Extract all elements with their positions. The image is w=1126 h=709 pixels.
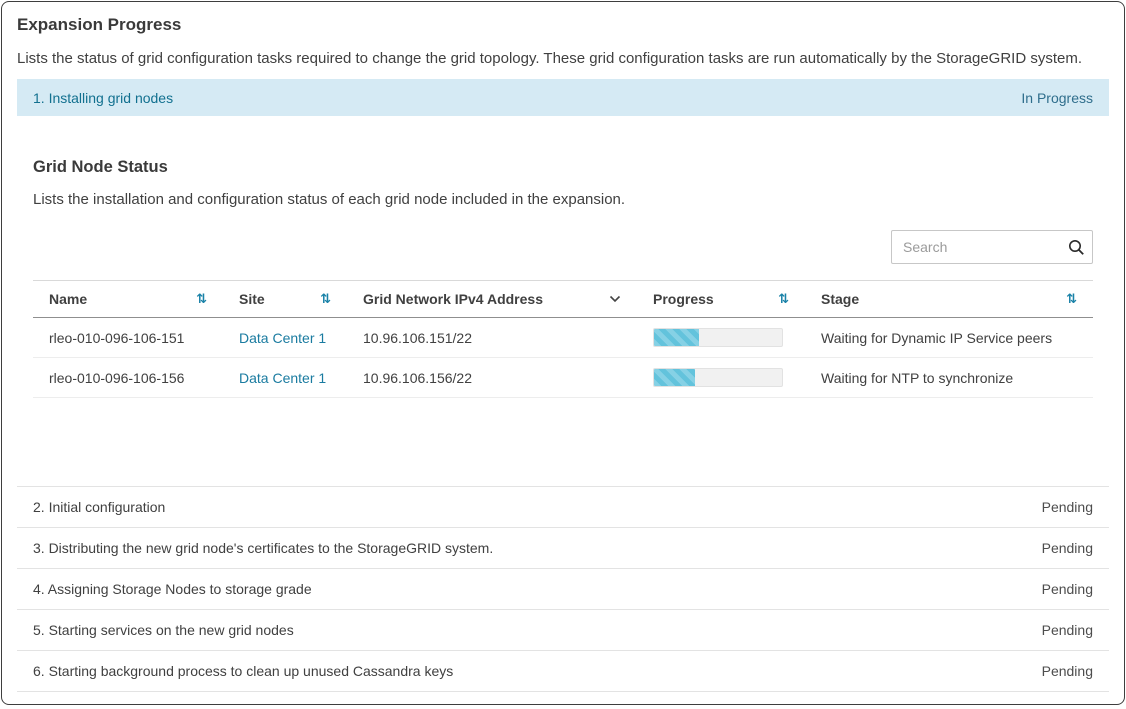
progress-bar-fill [654,369,695,386]
grid-node-status-table: Name ⇅ Site ⇅ Grid Netwo [33,280,1093,398]
sort-arrows-icon[interactable]: ⇅ [778,292,789,307]
column-label-site: Site [239,291,265,307]
column-label-name: Name [49,291,87,307]
column-header-site[interactable]: Site ⇅ [223,281,347,318]
step-body-installing-grid-nodes: Grid Node Status Lists the installation … [17,116,1109,486]
node-name-cell: rleo-010-096-106-151 [33,318,223,358]
page-title: Expansion Progress [17,15,1109,35]
column-header-progress[interactable]: Progress ⇅ [637,281,805,318]
node-site-cell: Data Center 1 [223,358,347,398]
step-row-starting-services[interactable]: 5. Starting services on the new grid nod… [17,609,1109,650]
node-site-cell: Data Center 1 [223,318,347,358]
sort-arrows-icon[interactable]: ⇅ [1066,292,1077,307]
site-link[interactable]: Data Center 1 [239,330,326,346]
step-label: 3. Distributing the new grid node's cert… [33,540,493,556]
page-description: Lists the status of grid configuration t… [17,50,1109,67]
node-progress-cell [637,318,805,358]
progress-bar-fill [654,329,699,346]
sort-arrows-icon[interactable]: ⇅ [320,292,331,307]
search-input[interactable] [892,231,1073,263]
node-stage-cell: Waiting for NTP to synchronize [805,358,1093,398]
pending-steps-list: 2. Initial configuration Pending 3. Dist… [17,486,1109,692]
node-ip-cell: 10.96.106.156/22 [347,358,637,398]
progress-bar [653,328,783,347]
step-row-initial-configuration[interactable]: 2. Initial configuration Pending [17,486,1109,527]
step-label: 4. Assigning Storage Nodes to storage gr… [33,581,312,597]
node-ip-cell: 10.96.106.151/22 [347,318,637,358]
search-icon[interactable] [1068,239,1085,256]
column-header-name[interactable]: Name ⇅ [33,281,223,318]
step-status-badge: Pending [1042,499,1093,515]
step-row-cassandra-cleanup[interactable]: 6. Starting background process to clean … [17,650,1109,692]
expansion-progress-page: Expansion Progress Lists the status of g… [1,1,1125,705]
step-header-installing-grid-nodes[interactable]: 1. Installing grid nodes In Progress [17,79,1109,116]
step-status-badge: In Progress [1021,90,1093,106]
search-box [891,230,1093,264]
step-label: 1. Installing grid nodes [33,90,173,106]
column-header-stage[interactable]: Stage ⇅ [805,281,1093,318]
column-label-stage: Stage [821,291,859,307]
table-row: rleo-010-096-106-156 Data Center 1 10.96… [33,358,1093,398]
step-status-badge: Pending [1042,540,1093,556]
search-row [33,230,1093,264]
table-row: rleo-010-096-106-151 Data Center 1 10.96… [33,318,1093,358]
step-section-installing-grid-nodes: 1. Installing grid nodes In Progress Gri… [17,79,1109,486]
sort-arrows-icon[interactable]: ⇅ [196,292,207,307]
grid-node-status-title: Grid Node Status [33,158,1093,177]
node-name-cell: rleo-010-096-106-156 [33,358,223,398]
step-status-badge: Pending [1042,663,1093,679]
column-header-ipv4[interactable]: Grid Network IPv4 Address [347,281,637,318]
step-label: 6. Starting background process to clean … [33,663,453,679]
step-status-badge: Pending [1042,622,1093,638]
grid-node-status-description: Lists the installation and configuration… [33,191,1093,208]
node-progress-cell [637,358,805,398]
step-row-distributing-certificates[interactable]: 3. Distributing the new grid node's cert… [17,527,1109,568]
step-label: 2. Initial configuration [33,499,165,515]
site-link[interactable]: Data Center 1 [239,370,326,386]
column-label-ipv4: Grid Network IPv4 Address [363,291,543,307]
node-stage-cell: Waiting for Dynamic IP Service peers [805,318,1093,358]
table-header-row: Name ⇅ Site ⇅ Grid Netwo [33,281,1093,318]
column-label-progress: Progress [653,291,714,307]
step-row-assigning-storage-nodes[interactable]: 4. Assigning Storage Nodes to storage gr… [17,568,1109,609]
step-status-badge: Pending [1042,581,1093,597]
chevron-down-icon[interactable] [609,295,621,303]
step-label: 5. Starting services on the new grid nod… [33,622,294,638]
progress-bar [653,368,783,387]
